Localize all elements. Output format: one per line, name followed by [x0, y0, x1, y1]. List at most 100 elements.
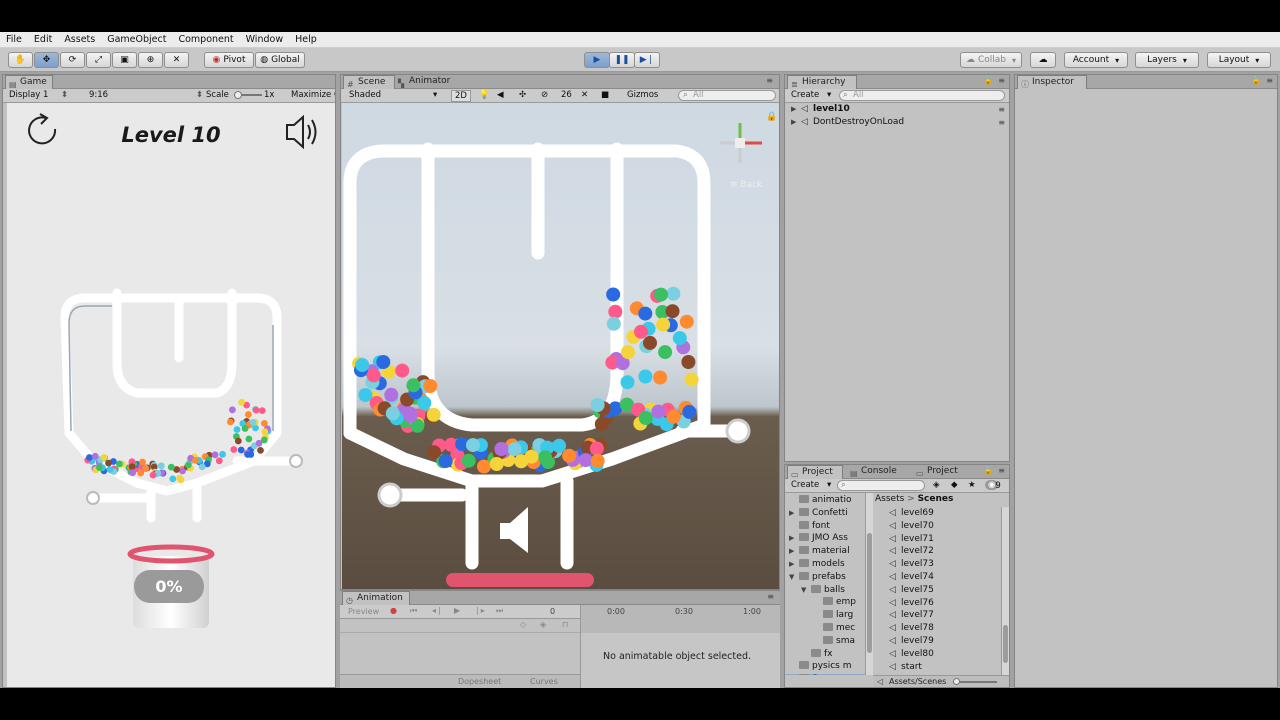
- menu-help[interactable]: Help: [289, 34, 323, 45]
- global-toggle[interactable]: ◍ Global: [255, 52, 305, 68]
- add-event-icon[interactable]: ◈: [540, 620, 546, 629]
- scene-file-item[interactable]: ◁ level70: [889, 521, 934, 531]
- game-view-canvas[interactable]: Level 10 0%: [7, 103, 335, 687]
- last-key-icon[interactable]: ⏭: [496, 606, 503, 616]
- menu-edit[interactable]: Edit: [28, 34, 58, 45]
- icon-size-slider-thumb[interactable]: [953, 678, 960, 685]
- effects-icon[interactable]: ✣: [519, 90, 526, 100]
- glass-container: [60, 288, 299, 523]
- scene-file-item[interactable]: ◁ level79: [889, 636, 934, 646]
- play-button[interactable]: ▶: [584, 52, 610, 68]
- event-icon[interactable]: ⊓: [562, 620, 568, 629]
- hierarchy-item-dontdestroy[interactable]: ▶ ◁ DontDestroyOnLoad: [791, 117, 904, 127]
- animation-panel-menu-icon[interactable]: ≡: [767, 592, 774, 601]
- dopesheet-tab[interactable]: Dopesheet: [458, 677, 501, 686]
- rect-tool-button[interactable]: ▣: [112, 52, 137, 68]
- scene-file-item[interactable]: ◁ level75: [889, 585, 934, 595]
- hand-tool-button[interactable]: ✋: [8, 52, 33, 68]
- menu-file[interactable]: File: [0, 34, 28, 45]
- menu-gameobject[interactable]: GameObject: [101, 34, 172, 45]
- ball: [149, 471, 157, 479]
- cloud-button[interactable]: ☁: [1030, 52, 1056, 68]
- scene-file-item[interactable]: ◁ level77: [889, 610, 934, 620]
- scene-pin-right[interactable]: [725, 418, 751, 444]
- prev-key-icon[interactable]: ◂❘: [432, 606, 443, 615]
- gizmos-dropdown[interactable]: Gizmos: [627, 90, 658, 100]
- layers-dropdown[interactable]: Layers: [1135, 52, 1199, 68]
- scene-list-scrollbar[interactable]: [1001, 507, 1009, 675]
- tools-icon[interactable]: ✕: [581, 90, 588, 100]
- scene-file-item[interactable]: ◁ level69: [889, 508, 934, 518]
- scene-file-item[interactable]: ◁ level72: [889, 546, 934, 556]
- next-key-icon[interactable]: ❘▸: [474, 606, 485, 615]
- hierarchy-lock-icon[interactable]: 🔒: [983, 76, 993, 85]
- scene-view-canvas[interactable]: 🔒 ≡ Back: [342, 103, 779, 589]
- scene-file-label: level72: [901, 546, 934, 557]
- gizmo-lock-icon[interactable]: 🔒: [766, 111, 777, 122]
- move-tool-button[interactable]: ✥: [34, 52, 59, 68]
- first-key-icon[interactable]: ⏮: [410, 606, 417, 616]
- scene-file-item[interactable]: ◁ level78: [889, 623, 934, 633]
- tab-inspector-label: Inspector: [1032, 77, 1074, 87]
- anim-play-icon[interactable]: ▶: [454, 606, 460, 615]
- scene-file-item[interactable]: ◁ level80: [889, 649, 934, 659]
- animation-timeline[interactable]: No animatable object selected.: [580, 633, 780, 688]
- scene-list-scroll-thumb[interactable]: [1003, 625, 1008, 663]
- lighting-icon[interactable]: 💡: [479, 90, 490, 100]
- display-dropdown[interactable]: Display 1: [9, 90, 48, 100]
- record-icon[interactable]: ●: [390, 606, 397, 615]
- scene-file-item[interactable]: ◁ level71: [889, 534, 934, 544]
- hierarchy-item-level10[interactable]: ▶ ◁ level10: [791, 104, 850, 114]
- transform-tool-button[interactable]: ⊕: [138, 52, 163, 68]
- hierarchy-menu-icon[interactable]: ≡: [998, 76, 1005, 85]
- preview-toggle[interactable]: Preview: [348, 607, 379, 616]
- rotate-tool-button[interactable]: ⟳: [60, 52, 85, 68]
- tab-animator[interactable]: ▚ Animator: [395, 75, 463, 89]
- add-keyframe-icon[interactable]: ◇: [520, 620, 526, 629]
- scale-tool-button[interactable]: ⤢: [86, 52, 111, 68]
- pivot-toggle[interactable]: ◉ Pivot: [204, 52, 254, 68]
- scene-options-icon[interactable]: ≡: [998, 105, 1005, 114]
- frame-field[interactable]: 0: [550, 607, 555, 616]
- scale-slider-thumb[interactable]: [234, 91, 242, 99]
- custom-tool-button[interactable]: ✕: [164, 52, 189, 68]
- orientation-gizmo[interactable]: [720, 123, 762, 163]
- step-button[interactable]: ▶❘: [634, 52, 660, 68]
- pin-handle-right[interactable]: [289, 454, 303, 468]
- shading-dropdown[interactable]: Shaded: [349, 90, 381, 100]
- inspector-menu-icon[interactable]: ≡: [1266, 76, 1273, 85]
- scene-file-item[interactable]: ◁ level73: [889, 559, 934, 569]
- tab-animation[interactable]: ◷ Animation: [342, 591, 410, 605]
- account-dropdown[interactable]: Account: [1064, 52, 1128, 68]
- hierarchy-search-input[interactable]: [839, 90, 1005, 101]
- menu-component[interactable]: Component: [172, 34, 239, 45]
- scene-file-item[interactable]: ◁ level74: [889, 572, 934, 582]
- scene-file-item[interactable]: ◁ level76: [889, 598, 934, 608]
- hidden-objects-icon[interactable]: ⊘: [541, 90, 548, 100]
- inspector-lock-icon[interactable]: 🔒: [1251, 76, 1261, 85]
- menu-window[interactable]: Window: [240, 34, 289, 45]
- pin-handle-left[interactable]: [86, 491, 100, 505]
- expand-arrow-icon[interactable]: ▶: [791, 105, 801, 113]
- camera-icon[interactable]: ■: [601, 90, 609, 100]
- mode-2d-toggle[interactable]: 2D: [451, 90, 471, 102]
- panel-menu-icon[interactable]: ≡: [766, 76, 773, 85]
- aspect-dropdown[interactable]: 9:16: [89, 90, 108, 100]
- maximize-on-play-toggle[interactable]: Maximize O: [291, 90, 335, 100]
- scene-file-item[interactable]: ◁ start: [889, 662, 922, 672]
- layout-dropdown[interactable]: Layout: [1207, 52, 1271, 68]
- tab-scene[interactable]: # Scene: [343, 75, 395, 89]
- curves-tab[interactable]: Curves: [530, 677, 558, 686]
- menu-assets[interactable]: Assets: [58, 34, 101, 45]
- tab-game[interactable]: ▤ Game: [5, 75, 53, 89]
- audio-icon[interactable]: ◀: [497, 90, 504, 100]
- expand-arrow-icon[interactable]: ▶: [791, 118, 801, 126]
- scene-pin-left[interactable]: [377, 482, 403, 508]
- animation-timeline-ruler[interactable]: 0:00 0:30 1:00: [580, 605, 780, 633]
- collab-dropdown[interactable]: ☁ Collab: [960, 52, 1022, 68]
- pause-button[interactable]: ❚❚: [609, 52, 635, 68]
- tab-inspector[interactable]: ⓘ Inspector: [1017, 75, 1087, 89]
- scene-options-icon[interactable]: ≡: [998, 118, 1005, 127]
- hierarchy-create-dropdown[interactable]: Create: [791, 90, 819, 100]
- tab-hierarchy[interactable]: ≣ Hierarchy: [787, 75, 857, 89]
